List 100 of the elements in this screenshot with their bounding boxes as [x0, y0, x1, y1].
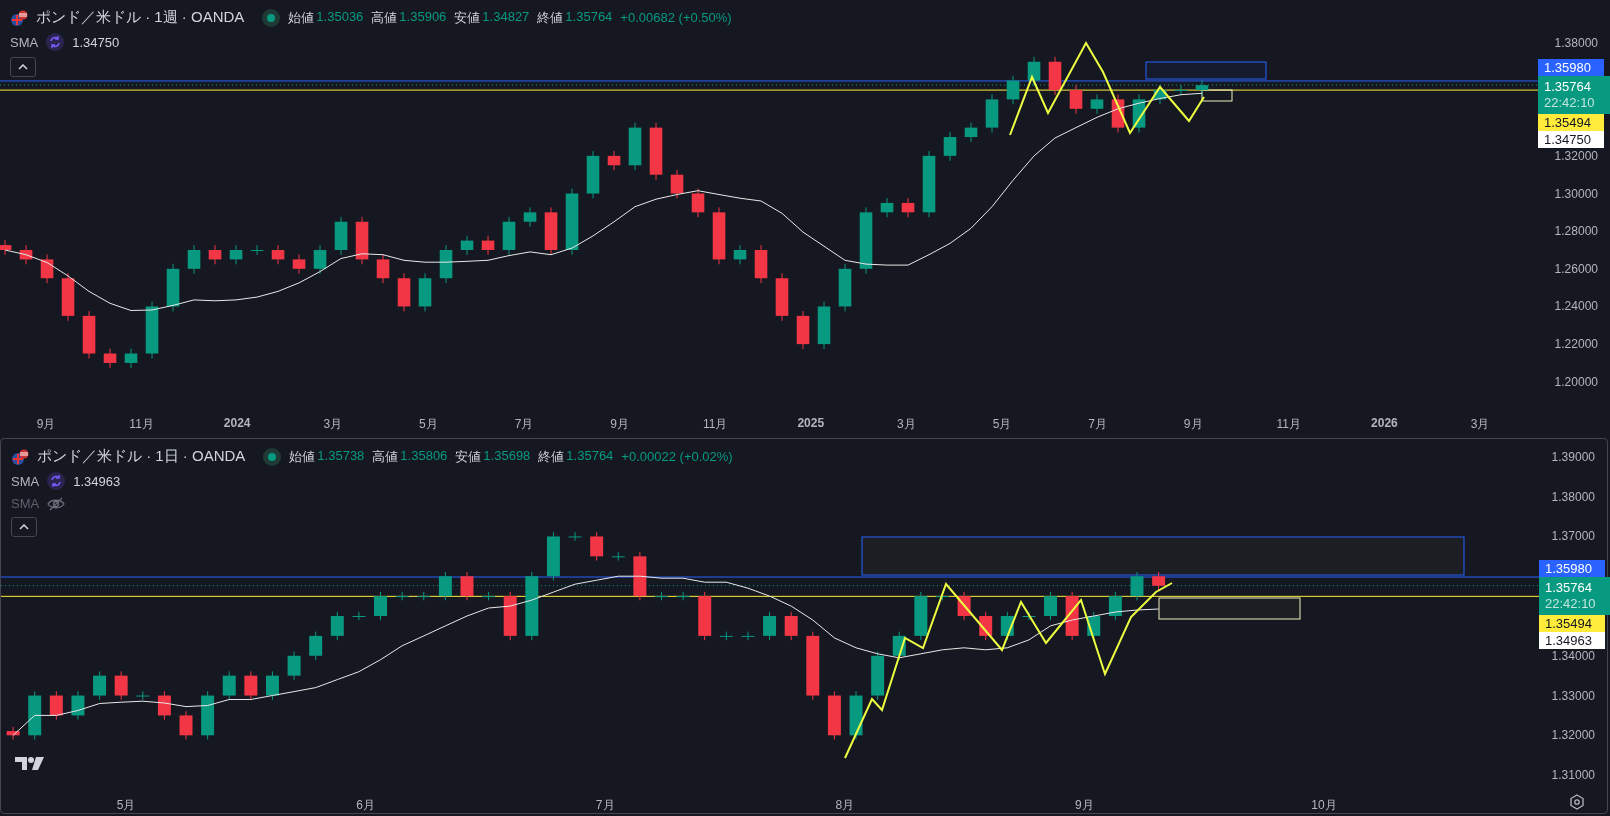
ohlc-label: 安値	[454, 8, 481, 27]
price-tick: 1.26000	[1554, 260, 1598, 277]
candle	[670, 169, 684, 199]
candle	[957, 591, 971, 621]
price-tick: 1.39000	[1551, 448, 1595, 465]
ohlc-value: 1.35698	[483, 447, 531, 465]
refresh-icon[interactable]	[46, 33, 65, 51]
candle	[93, 670, 107, 701]
candle	[19, 244, 33, 265]
candle	[607, 150, 621, 171]
candle	[481, 235, 495, 256]
price-change: +0.00022 (+0.02%)	[621, 449, 733, 464]
candle	[503, 591, 517, 641]
indicator-name[interactable]: SMA	[11, 473, 40, 489]
candle	[691, 188, 705, 218]
chevron-up-icon	[18, 64, 28, 70]
candle	[1174, 84, 1188, 96]
ohlc-value: 1.34827	[482, 8, 530, 26]
candle	[292, 254, 306, 275]
candle	[1006, 75, 1020, 105]
candle	[838, 263, 852, 312]
candle	[395, 591, 409, 601]
candle	[229, 244, 243, 265]
candle	[376, 254, 390, 284]
eye-off-icon[interactable]	[47, 496, 66, 511]
candle	[544, 206, 558, 256]
candle	[374, 591, 387, 621]
candle	[114, 670, 128, 701]
candle	[201, 690, 215, 741]
price-change: +0.00682 (+0.50%)	[620, 10, 732, 25]
candle	[586, 150, 600, 199]
candle	[355, 216, 369, 265]
candle	[985, 93, 999, 134]
candle	[82, 310, 96, 359]
time-tick: 3月	[897, 416, 916, 433]
symbol-title[interactable]: ポンド／米ドル · 1週 · OANDA	[36, 8, 245, 27]
candle	[460, 235, 474, 256]
candle	[309, 631, 323, 661]
time-tick: 2024	[223, 416, 251, 430]
price-tick: 1.38000	[1551, 488, 1595, 505]
candle	[1022, 611, 1036, 621]
time-tick: 7月	[514, 416, 534, 433]
ohlc-value: 1.35036	[316, 8, 364, 26]
time-tick: 5月	[116, 797, 136, 814]
refresh-icon[interactable]	[47, 472, 66, 490]
time-tick: 9月	[610, 416, 629, 433]
candle	[763, 611, 777, 641]
time-tick: 9月	[36, 416, 56, 433]
time-tick: 11月	[129, 416, 154, 433]
candle	[880, 197, 894, 218]
candle	[266, 670, 279, 701]
candle	[827, 690, 841, 741]
candle	[71, 690, 85, 721]
time-tick: 7月	[1088, 416, 1107, 433]
candle	[1152, 571, 1166, 591]
logo-icon[interactable]	[15, 755, 45, 771]
candle	[1132, 93, 1146, 134]
candle	[655, 591, 668, 601]
candle	[439, 244, 453, 284]
price-tick: 1.28000	[1554, 223, 1598, 240]
collapse-button[interactable]	[11, 517, 37, 537]
time-tick: 6月	[356, 797, 375, 814]
candle	[397, 272, 411, 312]
candle	[712, 206, 726, 265]
candle	[546, 531, 560, 581]
time-tick: 2026	[1371, 416, 1398, 430]
ohlc-value: 1.35764	[565, 8, 613, 26]
price-tick: 1.32000	[1551, 727, 1595, 744]
candle	[1027, 56, 1041, 86]
price-tick: 1.24000	[1554, 298, 1598, 315]
candle	[1111, 93, 1125, 134]
candle	[775, 272, 789, 322]
settings-icon[interactable]	[1569, 794, 1585, 810]
indicator-name[interactable]: SMA	[10, 34, 39, 50]
status-dot-icon	[262, 8, 281, 27]
ohlc-label: 終値	[537, 8, 564, 27]
candle	[61, 272, 75, 322]
ohlc-label: 始値	[289, 447, 316, 466]
price-label: 1.35494	[1538, 114, 1604, 131]
candle	[754, 244, 768, 284]
candle	[502, 216, 516, 256]
candle	[649, 122, 663, 181]
time-tick: 8月	[835, 797, 855, 814]
candle	[979, 611, 993, 641]
candle	[179, 710, 193, 741]
ohlc-label: 終値	[538, 447, 565, 466]
candle	[438, 571, 452, 601]
candle	[871, 651, 885, 701]
candle	[633, 551, 647, 601]
collapse-button[interactable]	[10, 57, 36, 77]
candle	[145, 301, 159, 359]
price-tick: 1.30000	[1554, 185, 1598, 202]
candle	[849, 690, 863, 741]
ohlc-value: 1.35738	[317, 447, 365, 465]
candle	[1065, 591, 1079, 641]
symbol-title[interactable]: ポンド／米ドル · 1日 · OANDA	[37, 447, 246, 466]
candle	[733, 244, 747, 265]
candle	[943, 131, 957, 162]
candle	[49, 690, 63, 721]
candle	[460, 571, 474, 601]
